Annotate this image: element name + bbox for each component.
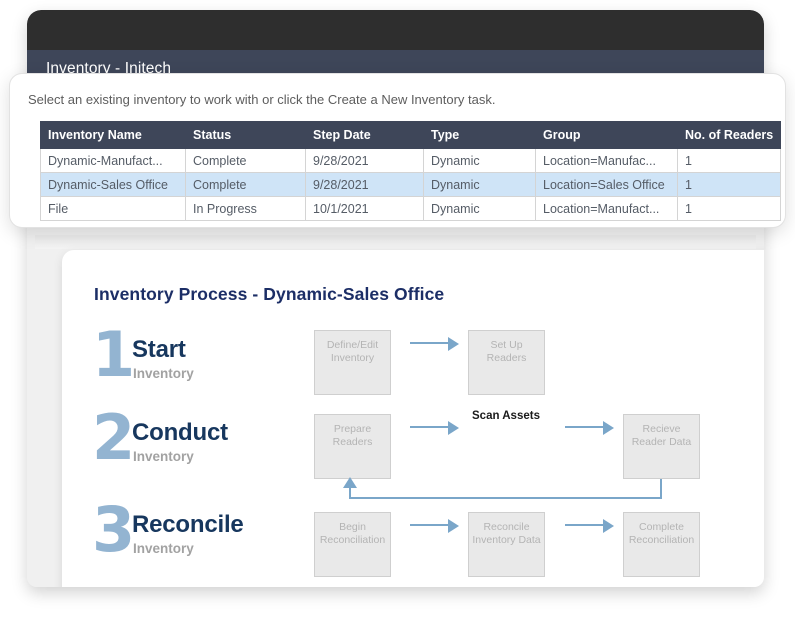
scan-assets-label: Scan Assets bbox=[472, 410, 540, 422]
table-row[interactable]: File In Progress 10/1/2021 Dynamic Locat… bbox=[40, 196, 781, 221]
cell-inventory-name: File bbox=[40, 196, 186, 221]
window-chrome-top-bar bbox=[27, 10, 764, 50]
column-header-step-date[interactable]: Step Date bbox=[305, 121, 424, 149]
stage-number-3: 3 bbox=[92, 493, 136, 566]
process-box-set-up-readers[interactable]: Set Up Readers bbox=[468, 330, 545, 395]
cell-inventory-name: Dynamic-Manufact... bbox=[40, 148, 186, 173]
process-box-complete-reconciliation[interactable]: Complete Reconciliation bbox=[623, 512, 700, 577]
column-header-type[interactable]: Type bbox=[423, 121, 536, 149]
cell-step-date: 10/1/2021 bbox=[305, 196, 424, 221]
cell-type: Dynamic bbox=[423, 172, 536, 197]
cell-no-of-readers: 1 bbox=[677, 172, 781, 197]
inventory-card-instruction: Select an existing inventory to work wit… bbox=[28, 92, 496, 107]
cell-group: Location=Sales Office bbox=[535, 172, 678, 197]
column-header-status[interactable]: Status bbox=[185, 121, 306, 149]
stage-subtitle-reconcile: Inventory bbox=[133, 541, 194, 556]
stage-title-reconcile: Reconcile bbox=[132, 511, 244, 538]
process-box-define-edit-inventory[interactable]: Define/Edit Inventory bbox=[314, 330, 391, 395]
panel-divider-strip bbox=[35, 235, 756, 249]
stage-title-start: Start bbox=[132, 336, 186, 363]
stage-subtitle-start: Inventory bbox=[133, 366, 194, 381]
stage-number-2: 2 bbox=[92, 401, 136, 474]
process-panel-title: Inventory Process - Dynamic-Sales Office bbox=[94, 284, 445, 304]
table-row[interactable]: Dynamic-Sales Office Complete 9/28/2021 … bbox=[40, 172, 781, 197]
inventory-table-header-row: Inventory Name Status Step Date Type Gro… bbox=[40, 121, 781, 149]
column-header-group[interactable]: Group bbox=[535, 121, 678, 149]
process-box-begin-reconciliation[interactable]: Begin Reconciliation bbox=[314, 512, 391, 577]
process-box-recieve-reader-data[interactable]: Recieve Reader Data bbox=[623, 414, 700, 479]
cell-status: Complete bbox=[185, 172, 306, 197]
process-box-prepare-readers[interactable]: Prepare Readers bbox=[314, 414, 391, 479]
stage-number-1: 1 bbox=[92, 318, 136, 391]
cell-status: In Progress bbox=[185, 196, 306, 221]
cell-no-of-readers: 1 bbox=[677, 148, 781, 173]
column-header-inventory-name[interactable]: Inventory Name bbox=[40, 121, 186, 149]
cell-type: Dynamic bbox=[423, 148, 536, 173]
process-box-reconcile-inventory-data[interactable]: Reconcile Inventory Data bbox=[468, 512, 545, 577]
inventory-table[interactable]: Inventory Name Status Step Date Type Gro… bbox=[40, 121, 781, 221]
inventory-selection-card: Select an existing inventory to work wit… bbox=[9, 73, 786, 228]
cell-step-date: 9/28/2021 bbox=[305, 148, 424, 173]
cell-status: Complete bbox=[185, 148, 306, 173]
column-header-no-of-readers[interactable]: No. of Readers bbox=[677, 121, 781, 149]
cell-type: Dynamic bbox=[423, 196, 536, 221]
cell-group: Location=Manufact... bbox=[535, 196, 678, 221]
cell-no-of-readers: 1 bbox=[677, 196, 781, 221]
cell-inventory-name: Dynamic-Sales Office bbox=[40, 172, 186, 197]
cell-step-date: 9/28/2021 bbox=[305, 172, 424, 197]
stage-subtitle-conduct: Inventory bbox=[133, 449, 194, 464]
table-row[interactable]: Dynamic-Manufact... Complete 9/28/2021 D… bbox=[40, 148, 781, 173]
stage-title-conduct: Conduct bbox=[132, 419, 228, 446]
cell-group: Location=Manufac... bbox=[535, 148, 678, 173]
inventory-process-panel: Inventory Process - Dynamic-Sales Office… bbox=[62, 250, 764, 587]
